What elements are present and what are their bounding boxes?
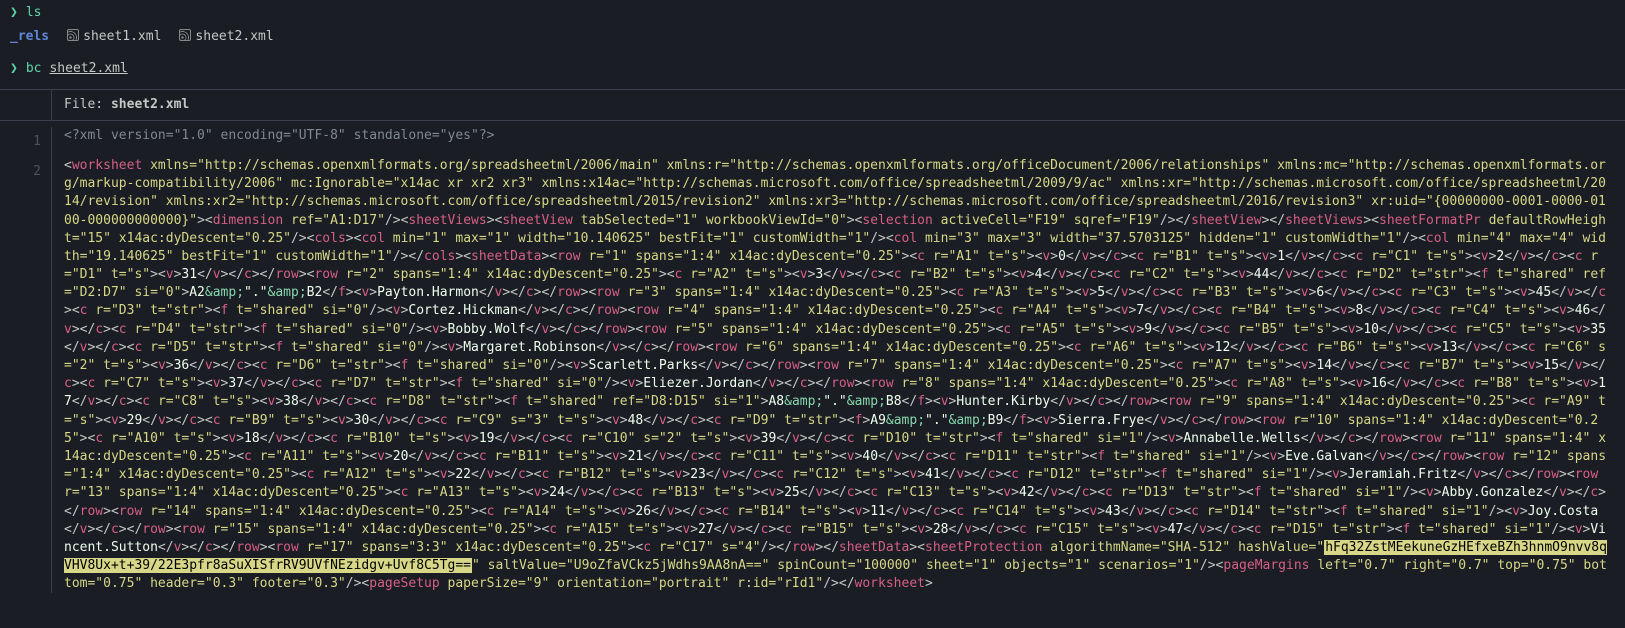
file-header-label: File: [64, 97, 103, 112]
xml-file-icon [179, 29, 195, 44]
prompt-symbol-icon: ❯ [10, 60, 18, 78]
file-header-name: sheet2.xml [111, 97, 189, 112]
cmd-bc: bc [26, 60, 42, 78]
ls-output: _rels sheet1.xml sheet2.xml [0, 26, 1625, 48]
xml-body[interactable]: <worksheet xmlns="http://schemas.openxml… [52, 157, 1625, 594]
prompt-ls[interactable]: ❯ ls [0, 0, 1625, 26]
file-sheet2: sheet2.xml [179, 28, 273, 46]
file-header: File: sheet2.xml [0, 89, 1625, 121]
gutter-1: 1 [0, 127, 52, 157]
file-sheet1: sheet1.xml [67, 28, 161, 46]
xml-pi: <?xml version="1.0" encoding="UTF-8" sta… [64, 128, 494, 143]
gutter-2: 2 [0, 157, 52, 594]
prompt-bc[interactable]: ❯ bc sheet2.xml [0, 56, 1625, 82]
code-block: 1 <?xml version="1.0" encoding="UTF-8" s… [0, 121, 1625, 594]
code-line-1: 1 <?xml version="1.0" encoding="UTF-8" s… [0, 127, 1625, 157]
dir-rels: _rels [10, 28, 49, 46]
cmd-bc-arg: sheet2.xml [49, 60, 127, 78]
code-line-2: 2 <worksheet xmlns="http://schemas.openx… [0, 157, 1625, 594]
prompt-symbol-icon: ❯ [10, 4, 18, 22]
xml-file-icon [67, 29, 83, 44]
cmd-ls: ls [26, 4, 42, 22]
